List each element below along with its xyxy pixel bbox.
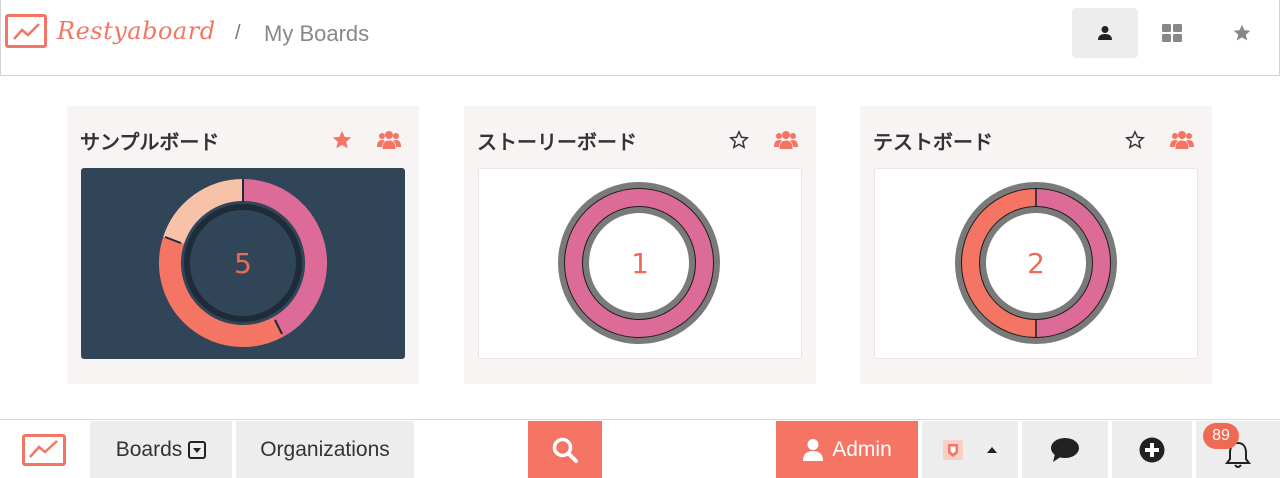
plus-circle-icon	[1139, 437, 1165, 462]
star-icon[interactable]	[331, 129, 353, 151]
page-title[interactable]: My Boards	[264, 21, 369, 47]
chat-icon	[1051, 437, 1079, 462]
board-title[interactable]: テストボード	[873, 126, 993, 155]
board-chart-card[interactable]: 1	[478, 168, 802, 359]
boards-label: Boards	[115, 437, 183, 461]
square-caret-down-icon	[188, 440, 207, 459]
admin-label: Admin	[832, 437, 892, 461]
logo-icon	[22, 433, 66, 466]
board-title[interactable]: サンプルボード	[80, 126, 219, 155]
logo[interactable]: Restyaboard	[5, 14, 216, 48]
search-icon	[552, 437, 578, 463]
search-button[interactable]	[528, 421, 602, 478]
bottom-toolbar: Boards Organizations Admin	[0, 419, 1280, 478]
user-icon	[803, 438, 824, 461]
organizations-button[interactable]: Organizations	[236, 421, 414, 478]
footer-logo-button[interactable]	[18, 421, 70, 478]
notification-count-badge: 89	[1203, 423, 1239, 449]
grid-icon	[1162, 24, 1182, 42]
board-tile[interactable]: ストーリーボード 1	[464, 106, 816, 384]
board-tile[interactable]: テストボード 2	[860, 106, 1212, 384]
admin-user-button[interactable]: Admin	[776, 421, 918, 478]
star-outline-icon[interactable]	[1124, 129, 1146, 151]
board-chart-card[interactable]: 5	[81, 168, 405, 359]
boards-menu-button[interactable]: Boards	[90, 421, 232, 478]
top-header: Restyaboard / My Boards	[0, 0, 1280, 76]
users-icon[interactable]	[774, 130, 798, 150]
users-icon[interactable]	[1170, 130, 1194, 150]
user-view-button[interactable]	[1072, 8, 1138, 58]
add-button[interactable]	[1112, 421, 1192, 478]
logo-icon	[5, 14, 47, 48]
grid-view-button[interactable]	[1139, 8, 1205, 58]
board-count: 1	[631, 247, 649, 280]
board-title[interactable]: ストーリーボード	[477, 126, 637, 155]
star-outline-icon[interactable]	[728, 129, 750, 151]
chevron-up-icon	[987, 446, 997, 453]
chat-button[interactable]	[1022, 421, 1108, 478]
organizations-label: Organizations	[260, 437, 390, 461]
board-count: 5	[234, 247, 252, 280]
user-icon	[1098, 26, 1112, 40]
board-chart-card[interactable]: 2	[874, 168, 1198, 359]
board-tile[interactable]: サンプルボード 5	[67, 106, 419, 384]
starred-view-button[interactable]	[1209, 8, 1275, 58]
star-icon	[1233, 24, 1251, 41]
breadcrumb-separator: /	[235, 22, 241, 44]
logo-text: Restyaboard	[57, 17, 216, 45]
board-count: 2	[1027, 247, 1045, 280]
app-icon	[943, 439, 963, 460]
apps-dropdown-button[interactable]	[922, 421, 1018, 478]
users-icon[interactable]	[377, 130, 401, 150]
